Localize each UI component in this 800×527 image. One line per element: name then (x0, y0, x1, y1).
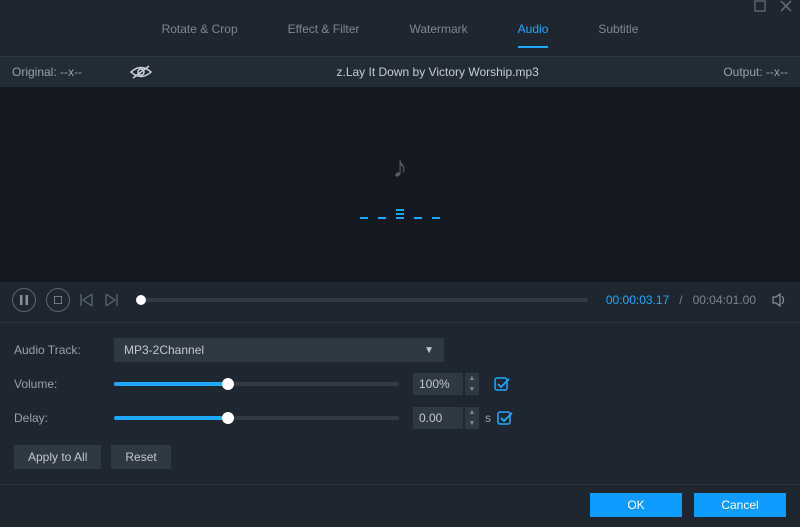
apply-to-all-button[interactable]: Apply to All (14, 445, 101, 469)
volume-step-down[interactable]: ▼ (465, 384, 479, 395)
chevron-down-icon: ▼ (424, 345, 434, 356)
audio-track-label: Audio Track: (14, 343, 114, 357)
info-bar: Original: --x-- z.Lay It Down by Victory… (0, 57, 800, 87)
equalizer-icon (360, 203, 440, 219)
tab-rotate-crop[interactable]: Rotate & Crop (162, 22, 238, 48)
delay-step-up[interactable]: ▲ (465, 407, 479, 418)
spacer (485, 377, 488, 391)
reset-button[interactable]: Reset (111, 445, 170, 469)
delay-apply-icon[interactable] (497, 410, 513, 426)
original-label: Original: --x-- (12, 65, 82, 79)
stop-button[interactable] (46, 288, 70, 312)
music-note-icon: ♪ (360, 151, 440, 185)
volume-step-up[interactable]: ▲ (465, 373, 479, 384)
transport-bar: 00:00:03.17 / 00:04:01.00 (0, 282, 800, 322)
delay-step-down[interactable]: ▼ (465, 418, 479, 429)
volume-icon[interactable] (772, 293, 788, 307)
tab-bar: Rotate & Crop Effect & Filter Watermark … (0, 18, 800, 56)
filename-label: z.Lay It Down by Victory Worship.mp3 (152, 65, 723, 79)
time-current: 00:00:03.17 (606, 293, 669, 307)
ok-button[interactable]: OK (590, 493, 682, 517)
volume-label: Volume: (14, 377, 114, 391)
maximize-button[interactable] (754, 0, 766, 12)
time-total: 00:04:01.00 (693, 293, 756, 307)
cancel-button[interactable]: Cancel (694, 493, 786, 517)
seek-slider[interactable] (136, 298, 588, 302)
volume-slider[interactable] (114, 382, 399, 386)
delay-label: Delay: (14, 411, 114, 425)
audio-track-select[interactable]: MP3-2Channel ▼ (114, 338, 444, 362)
delay-slider[interactable] (114, 416, 399, 420)
volume-stepper[interactable]: ▲ ▼ (465, 373, 479, 395)
delay-unit: s (485, 411, 491, 425)
audio-controls: Audio Track: MP3-2Channel ▼ Volume: 100%… (0, 323, 800, 441)
volume-value-input[interactable]: 100% (413, 373, 463, 395)
output-label: Output: --x-- (723, 65, 788, 79)
audio-track-value: MP3-2Channel (124, 343, 204, 357)
volume-apply-icon[interactable] (494, 376, 510, 392)
delay-value-input[interactable]: 0.00 (413, 407, 463, 429)
close-button[interactable] (780, 0, 792, 12)
tab-effect-filter[interactable]: Effect & Filter (288, 22, 360, 48)
delay-stepper[interactable]: ▲ ▼ (465, 407, 479, 429)
tab-watermark[interactable]: Watermark (409, 22, 467, 48)
tab-audio[interactable]: Audio (518, 22, 549, 48)
next-button[interactable] (104, 294, 118, 306)
tab-subtitle[interactable]: Subtitle (598, 22, 638, 48)
preview-area: ♪ (0, 87, 800, 282)
preview-toggle-icon[interactable] (130, 65, 152, 79)
time-separator: / (679, 293, 682, 307)
prev-button[interactable] (80, 294, 94, 306)
footer: OK Cancel (0, 484, 800, 527)
pause-button[interactable] (12, 288, 36, 312)
